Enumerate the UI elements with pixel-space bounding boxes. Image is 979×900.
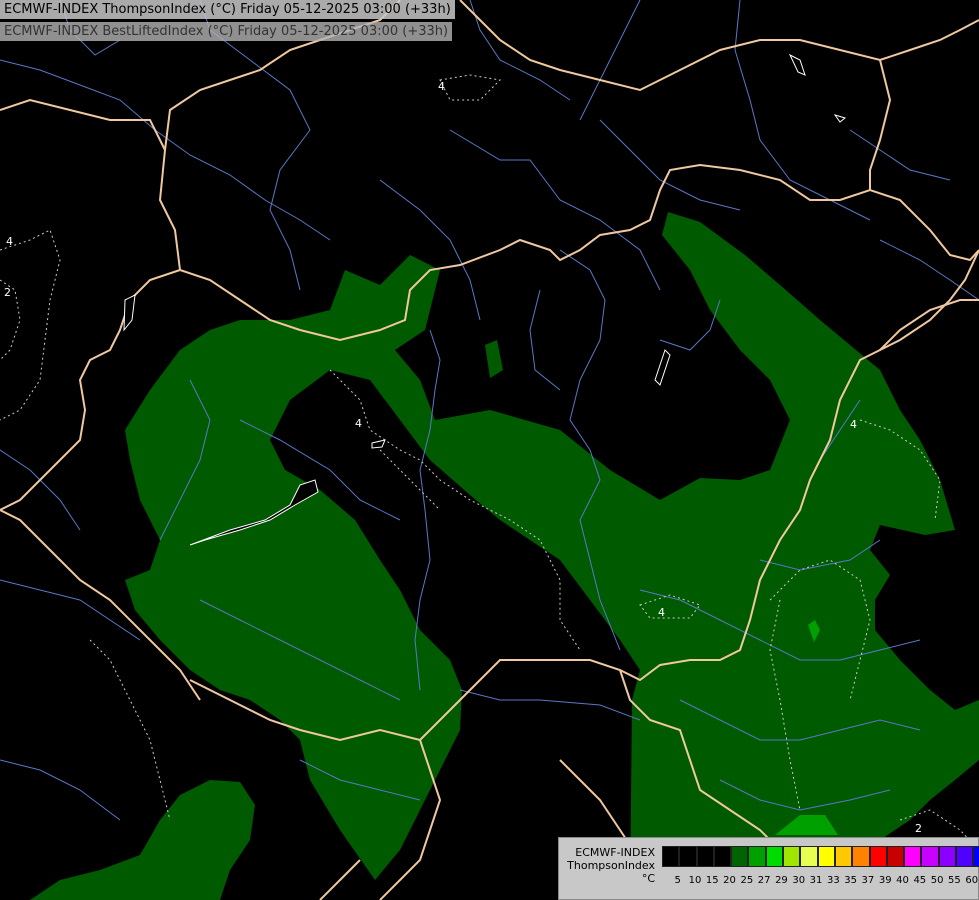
legend-swatch — [956, 846, 974, 867]
legend-tick: 20 — [723, 875, 736, 886]
legend-swatches — [662, 846, 979, 867]
legend-swatch — [817, 846, 835, 867]
contour-label: 4 — [355, 417, 362, 430]
legend-tick: 45 — [913, 875, 927, 886]
legend-tick: 10 — [688, 875, 702, 886]
legend-swatch — [886, 846, 905, 867]
legend-swatch — [679, 846, 697, 867]
map-title-thompson: ECMWF-INDEX ThompsonIndex (°C) Friday 05… — [0, 0, 455, 19]
legend-swatch — [973, 846, 979, 867]
contour-label: 4 — [850, 418, 857, 431]
legend-tick: 39 — [878, 875, 892, 886]
legend-title-line: ECMWF-INDEX — [575, 846, 655, 859]
legend-title: ECMWF-INDEX ThompsonIndex °C — [563, 846, 655, 885]
legend-swatch — [852, 846, 870, 867]
legend-tick: 30 — [792, 875, 806, 886]
legend-swatch — [800, 846, 818, 867]
contour-label: 4 — [658, 606, 665, 619]
legend-tick: 50 — [930, 875, 944, 886]
legend-tick: 29 — [775, 875, 788, 886]
legend-swatch — [662, 846, 680, 867]
map-title-bestlifted: ECMWF-INDEX BestLiftedIndex (°C) Friday … — [0, 22, 453, 41]
legend-tick: 31 — [809, 875, 823, 886]
legend-swatch — [921, 846, 939, 867]
legend-tick: 37 — [861, 875, 875, 886]
legend-swatch — [834, 846, 853, 867]
legend-tick: 33 — [826, 875, 840, 886]
legend-swatch — [696, 846, 714, 867]
legend-title-line: °C — [641, 872, 655, 885]
contour-label: 2 — [915, 822, 922, 835]
legend-tick: 55 — [948, 875, 961, 886]
legend-title-line: ThompsonIndex — [567, 859, 655, 872]
legend-tick: 40 — [896, 875, 909, 886]
legend-swatch — [783, 846, 801, 867]
legend-tick: 27 — [757, 875, 771, 886]
contour-label: 4 — [6, 235, 13, 248]
legend-swatch — [748, 846, 766, 867]
contour-label: 4 — [438, 80, 445, 93]
weather-map: 4 4 2 4 4 4 2 — [0, 0, 979, 900]
legend-tick: 60 — [965, 875, 979, 886]
color-legend: ECMWF-INDEX ThompsonIndex °C 5 10 15 20 25 27… — [558, 837, 979, 900]
legend-swatch — [869, 846, 887, 867]
legend-swatch — [938, 846, 957, 867]
legend-swatch — [731, 846, 749, 867]
legend-swatch — [904, 846, 922, 867]
legend-swatch — [765, 846, 784, 867]
legend-tick: 5 — [674, 875, 681, 886]
contour-label: 2 — [4, 286, 11, 299]
legend-tick: 35 — [844, 875, 857, 886]
legend-tick: 15 — [705, 875, 719, 886]
legend-ticks: 5 10 15 20 25 27 29 30 31 33 35 37 39 40 45 50 55 60 — [669, 875, 979, 886]
legend-tick: 25 — [740, 875, 754, 886]
legend-swatch — [713, 846, 732, 867]
